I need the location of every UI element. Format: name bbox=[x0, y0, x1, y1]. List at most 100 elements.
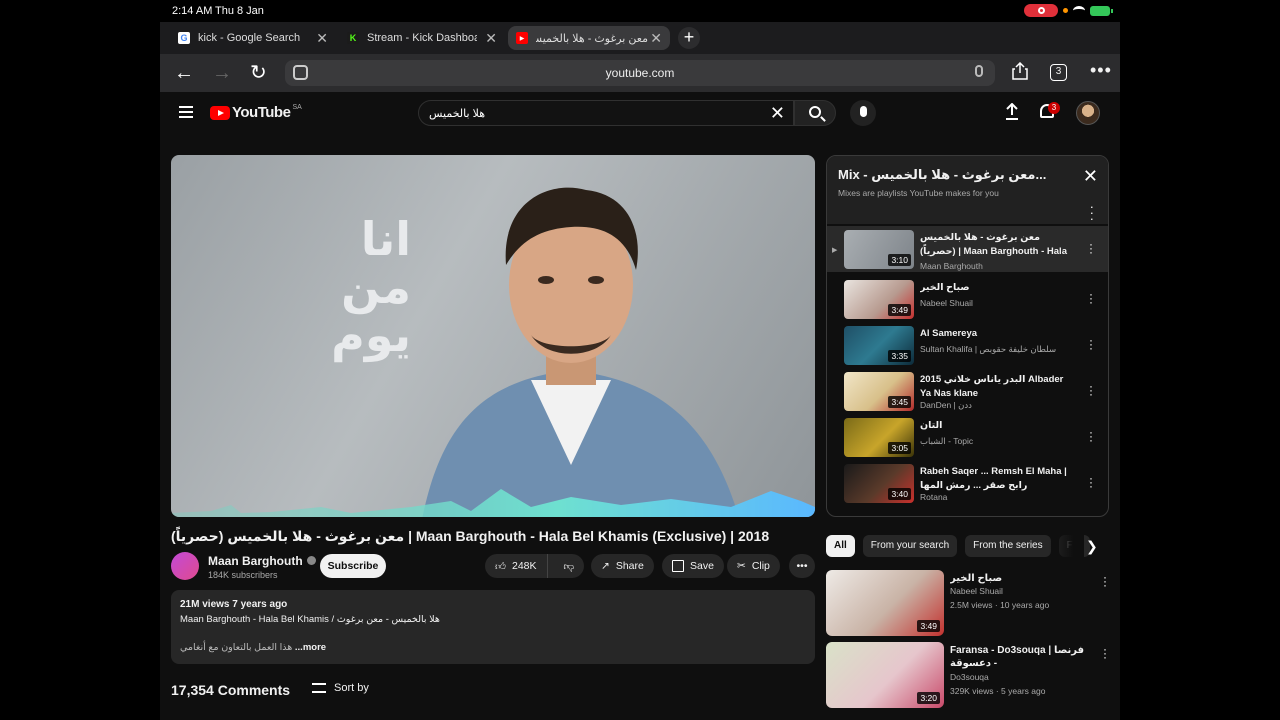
duration: 3:45 bbox=[888, 396, 911, 408]
chip-from-the-series[interactable]: From the series bbox=[965, 535, 1051, 557]
dislike-button[interactable]: 👎︎ bbox=[554, 560, 585, 573]
mic-icon bbox=[860, 106, 867, 117]
more-vertical-icon[interactable]: · · · bbox=[1089, 334, 1093, 354]
subscribe-button[interactable]: Subscribe bbox=[320, 554, 386, 578]
new-tab-button[interactable]: + bbox=[678, 27, 700, 49]
playlist-thumbnail: 3:10 bbox=[844, 230, 914, 269]
playlist-item-title: صباح الخير bbox=[920, 282, 970, 293]
save-button[interactable]: Save bbox=[662, 554, 724, 578]
description-box[interactable]: 21M views 7 years ago Maan Barghouth - H… bbox=[171, 590, 815, 664]
bookmark-icon bbox=[672, 560, 684, 572]
playlist-item-channel: Maan Barghouth bbox=[920, 261, 983, 271]
more-actions-button[interactable]: ••• bbox=[789, 554, 815, 578]
playlist-thumbnail: 3:05 bbox=[844, 418, 914, 457]
youtube-play-icon bbox=[210, 105, 230, 120]
now-playing-icon: ▶ bbox=[832, 247, 838, 254]
sort-by-button[interactable]: Sort by bbox=[312, 682, 369, 694]
duration: 3:35 bbox=[888, 350, 911, 362]
view-stats: 21M views 7 years ago bbox=[180, 599, 288, 610]
more-vertical-icon[interactable]: · · · bbox=[1089, 288, 1093, 308]
address-bar: ← → ↻ youtube.com 3 ••• bbox=[160, 54, 1120, 92]
video-player[interactable]: انا من يوم bbox=[171, 155, 815, 517]
tab-youtube[interactable]: ▶ معن برغوث - هلا بالخميس ✕ bbox=[508, 26, 670, 50]
show-more-link[interactable]: ...more bbox=[295, 642, 326, 653]
logo-text: YouTube bbox=[232, 104, 291, 121]
channel-avatar[interactable] bbox=[171, 552, 199, 580]
like-dislike-group: 👍︎ 248K 👎︎ bbox=[485, 554, 585, 578]
playlist-item[interactable]: 3:05 التان الشباب - Topic · · · bbox=[827, 414, 1108, 460]
playlist-item-channel: Nabeel Shuail bbox=[920, 298, 973, 308]
playlist-header: Mix - معن برغوث - هلا بالخميس... Mixes a… bbox=[827, 156, 1108, 225]
search-button[interactable] bbox=[794, 100, 836, 126]
playlist-item[interactable]: 3:49 صباح الخير Nabeel Shuail · · · bbox=[827, 276, 1108, 322]
playlist-item-channel: Rotana bbox=[920, 492, 948, 502]
recommended-video[interactable]: 3:20 Faransa - Do3souqa | فرنصا - دعسوقة… bbox=[826, 642, 1109, 708]
search-input[interactable]: هلا بالخميس ✕ bbox=[418, 100, 794, 126]
close-tab-icon[interactable]: ✕ bbox=[485, 30, 497, 47]
like-button[interactable]: 👍︎ 248K bbox=[485, 554, 548, 578]
youtube-logo[interactable]: YouTube SA bbox=[210, 104, 302, 121]
subscriber-count: 184K subscribers bbox=[208, 570, 278, 580]
share-icon[interactable] bbox=[1012, 62, 1028, 80]
channel-name[interactable]: Maan Barghouth bbox=[208, 554, 316, 568]
share-button[interactable]: ↗ Share bbox=[591, 554, 654, 578]
video-meta: 329K views · 5 years ago bbox=[950, 686, 1046, 696]
more-vertical-icon[interactable]: · · · bbox=[1089, 426, 1093, 446]
playlist-menu-icon[interactable]: · · · bbox=[1090, 200, 1094, 225]
google-favicon-icon: G bbox=[178, 32, 190, 44]
description-line: Maan Barghouth - Hala Bel Khamis / هلا ب… bbox=[180, 614, 440, 625]
voice-search-button[interactable] bbox=[850, 100, 876, 126]
video-meta: 2.5M views · 10 years ago bbox=[950, 600, 1050, 610]
back-arrow-icon[interactable]: ← bbox=[174, 63, 194, 83]
yt-header: YouTube SA هلا بالخميس ✕ 3 bbox=[160, 92, 1120, 136]
clip-button[interactable]: ✂ Clip bbox=[727, 554, 780, 578]
share-label: Share bbox=[615, 560, 644, 572]
url-field[interactable]: youtube.com bbox=[285, 60, 995, 86]
wifi-icon bbox=[1073, 6, 1085, 15]
notification-badge: 3 bbox=[1048, 102, 1060, 114]
more-vertical-icon[interactable]: · · · bbox=[1089, 380, 1093, 400]
description-snippet: هذا العمل بالتعاون مع أنغامي ...more bbox=[180, 642, 326, 653]
more-vertical-icon[interactable]: · · · bbox=[1103, 643, 1107, 663]
status-time: 2:14 AM bbox=[172, 5, 213, 17]
save-label: Save bbox=[690, 560, 714, 572]
clear-search-icon[interactable]: ✕ bbox=[770, 103, 785, 124]
recommended-video[interactable]: 3:49 صباح الخير Nabeel Shuail 2.5M views… bbox=[826, 570, 1109, 636]
more-horizontal-icon: ••• bbox=[796, 560, 808, 572]
close-tab-icon[interactable]: ✕ bbox=[650, 30, 662, 47]
playlist-item[interactable]: 3:45 البدر ياناس خلاني 2015 Albader Ya N… bbox=[827, 368, 1108, 414]
playlist-item[interactable]: ▶ 3:10 معن برغوث - هلا بالخميس (حصرياً) … bbox=[827, 226, 1108, 272]
more-vertical-icon[interactable]: · · · bbox=[1089, 238, 1093, 258]
duration: 3:10 bbox=[888, 254, 911, 266]
tab-label: kick - Google Search bbox=[198, 32, 301, 44]
menu-icon[interactable] bbox=[179, 106, 193, 118]
chip-from-your-search[interactable]: From your search bbox=[862, 535, 958, 557]
playlist-item-title: التان bbox=[920, 420, 943, 431]
mic-icon[interactable] bbox=[975, 65, 983, 77]
playlist-item[interactable]: 3:35 Al Samereya Sultan Khalifa | سلطان … bbox=[827, 322, 1108, 368]
playlist-item[interactable]: 3:40 Rabeh Saqer ... Remsh El Maha | راب… bbox=[827, 460, 1108, 506]
tab-count-button[interactable]: 3 bbox=[1050, 64, 1067, 81]
tab-kick[interactable]: K Stream - Kick Dashboard ✕ bbox=[347, 26, 497, 50]
duration: 3:49 bbox=[917, 620, 940, 632]
channel-name: Do3souqa bbox=[950, 672, 989, 682]
playlist-title[interactable]: Mix - معن برغوث - هلا بالخميس... bbox=[838, 167, 1068, 183]
video-title: صباح الخير bbox=[950, 573, 1003, 584]
like-count: 248K bbox=[511, 560, 537, 572]
playlist-item-channel: Sultan Khalifa | سلطان خليفة حقوبص bbox=[920, 344, 1057, 354]
more-menu-icon[interactable]: ••• bbox=[1090, 60, 1112, 81]
chip-fade bbox=[1048, 535, 1084, 557]
more-vertical-icon[interactable]: · · · bbox=[1089, 472, 1093, 492]
avatar[interactable] bbox=[1076, 101, 1100, 125]
search-query: هلا بالخميس bbox=[429, 108, 485, 120]
close-icon[interactable]: ✕ bbox=[1083, 166, 1098, 187]
more-vertical-icon[interactable]: · · · bbox=[1103, 571, 1107, 591]
forward-arrow-icon[interactable]: → bbox=[212, 63, 232, 83]
upload-icon[interactable] bbox=[1005, 103, 1019, 121]
chevron-right-icon[interactable]: ❯ bbox=[1086, 538, 1098, 555]
reload-icon[interactable]: ↻ bbox=[250, 63, 267, 83]
close-tab-icon[interactable]: ✕ bbox=[316, 30, 328, 47]
tab-google[interactable]: G kick - Google Search ✕ bbox=[178, 26, 328, 50]
chip-all[interactable]: All bbox=[826, 535, 855, 557]
snippet-text: هذا العمل بالتعاون مع أنغامي bbox=[180, 642, 293, 653]
